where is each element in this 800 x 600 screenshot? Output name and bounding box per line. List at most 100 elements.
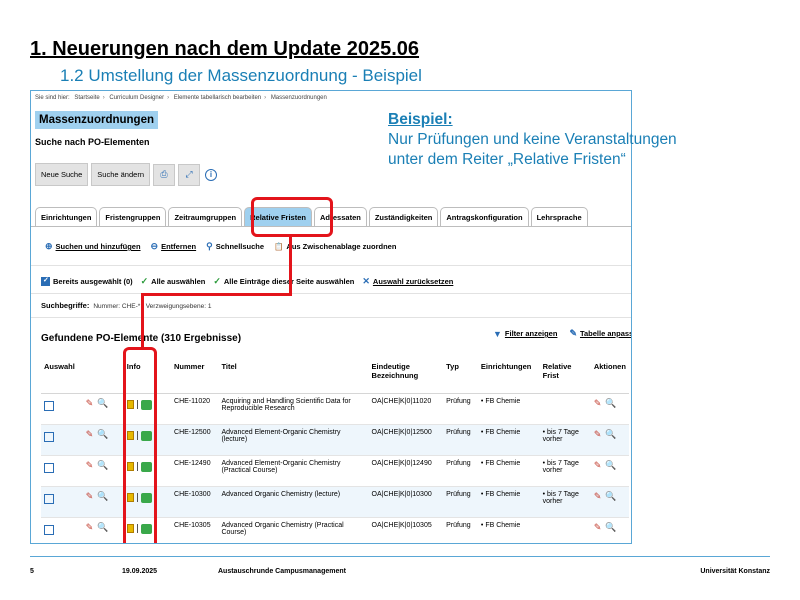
- quick-search-button[interactable]: ⚲ Schnellsuche: [206, 241, 264, 252]
- edit-icon[interactable]: ✎: [86, 460, 94, 470]
- divider: [31, 265, 631, 266]
- breadcrumb-item[interactable]: Elemente tabellarisch bearbeiten: [174, 95, 261, 101]
- row-type: Prüfung: [443, 517, 478, 543]
- row-checkbox[interactable]: [44, 462, 54, 473]
- col-header-unique[interactable]: Eindeutige Bezeichnung: [368, 359, 444, 394]
- search-terms: Suchbegriffe: Nummer: CHE-* ; Verzweigung…: [41, 301, 212, 310]
- new-search-button[interactable]: Neue Suche: [35, 163, 89, 186]
- search-add-button[interactable]: ⊕ Suchen und hinzufügen: [45, 241, 141, 252]
- edit-icon[interactable]: ✎: [594, 522, 602, 532]
- edit-icon[interactable]: ✎: [594, 429, 602, 439]
- col-header-select[interactable]: Auswahl: [41, 359, 83, 394]
- edit-icon[interactable]: ✎: [86, 429, 94, 439]
- quick-search-icon: ⚲: [206, 241, 213, 251]
- toolbar: Neue Suche Suche ändern ⎙ ⤢ i: [35, 163, 217, 186]
- row-checkbox[interactable]: [44, 493, 54, 504]
- edit-icon[interactable]: ✎: [594, 460, 602, 470]
- edit-icon[interactable]: ✎: [594, 491, 602, 501]
- highlight-connector: [289, 237, 292, 295]
- col-header-institutions[interactable]: Einrichtungen: [477, 359, 540, 394]
- example-line: Nur Prüfungen und keine Veranstaltungen: [388, 131, 677, 148]
- highlight-tab: [251, 197, 333, 237]
- edit-icon[interactable]: ✎: [594, 398, 602, 408]
- row-select-cell: [41, 393, 83, 425]
- clipboard-icon: 📋: [274, 242, 284, 251]
- row-actions: ✎ 🔍: [590, 424, 629, 456]
- view-icon[interactable]: 🔍: [97, 398, 108, 408]
- edit-icon[interactable]: ✎: [86, 522, 94, 532]
- view-icon[interactable]: 🔍: [605, 429, 616, 439]
- info-icon[interactable]: i: [204, 168, 217, 181]
- row-select-cell: [41, 455, 83, 487]
- row-actions: ✎ 🔍: [590, 486, 629, 518]
- pencil-icon: ✎: [569, 328, 577, 338]
- row-number: CHE-12490: [171, 455, 219, 487]
- results-tools: ▼Filter anzeigen ✎Tabelle anpassen: [493, 328, 631, 339]
- clipboard-assign-button[interactable]: 📋 Aus Zwischenablage zuordnen: [274, 242, 396, 251]
- edit-icon[interactable]: ✎: [86, 491, 94, 501]
- footer-date: 19.09.2025: [122, 568, 158, 575]
- highlight-connector: [141, 293, 292, 296]
- fullscreen-icon[interactable]: ⤢: [177, 163, 200, 186]
- breadcrumb-item[interactable]: Curriculum Designer: [109, 95, 164, 101]
- selection-bar: Bereits ausgewählt (0) ✓Alle auswählen ✓…: [41, 276, 453, 287]
- row-checkbox[interactable]: [44, 431, 54, 442]
- footer-event: Austauschrunde Campusmanagement: [218, 568, 346, 575]
- print-icon[interactable]: ⎙: [152, 163, 175, 186]
- tab-fristengruppen[interactable]: Fristengruppen: [99, 207, 167, 227]
- select-all-button[interactable]: ✓ Alle auswählen: [141, 276, 206, 287]
- row-institutions: FB Chemie: [477, 393, 540, 425]
- example-note: Beispiel: Nur Prüfungen und keine Verans…: [388, 110, 677, 170]
- row-title: Advanced Organic Chemistry (Practical Co…: [218, 517, 369, 543]
- col-header-relative[interactable]: Relative Frist: [539, 359, 591, 394]
- row-checkbox[interactable]: [44, 524, 54, 535]
- view-icon[interactable]: 🔍: [97, 491, 108, 501]
- view-icon[interactable]: 🔍: [97, 460, 108, 470]
- row-type: Prüfung: [443, 486, 478, 518]
- col-header-number[interactable]: Nummer: [171, 359, 219, 394]
- row-actions: ✎ 🔍: [590, 455, 629, 487]
- remove-button[interactable]: ⊖ Entfernen: [151, 241, 197, 252]
- slide-subtitle: 1.2 Umstellung der Massenzuordnung - Bei…: [60, 66, 422, 85]
- already-selected-checkbox[interactable]: Bereits ausgewählt (0): [41, 276, 133, 286]
- col-header-type[interactable]: Typ: [443, 359, 478, 394]
- slide-title: 1. Neuerungen nach dem Update 2025.06: [30, 38, 420, 60]
- tab-zeitraumgruppen[interactable]: Zeitraumgruppen: [168, 207, 243, 227]
- row-type: Prüfung: [443, 393, 478, 425]
- breadcrumb-item[interactable]: Startseite: [74, 95, 99, 101]
- row-title: Acquiring and Handling Scientific Data f…: [218, 393, 369, 425]
- row-edit-cell: ✎ 🔍: [82, 455, 124, 487]
- row-institutions: FB Chemie: [477, 424, 540, 456]
- divider: [31, 317, 631, 318]
- tab-antragskonfiguration[interactable]: Antragskonfiguration: [440, 207, 529, 227]
- view-icon[interactable]: 🔍: [97, 429, 108, 439]
- row-checkbox[interactable]: [44, 400, 54, 411]
- x-icon: ✕: [362, 276, 370, 286]
- change-search-button[interactable]: Suche ändern: [91, 163, 150, 186]
- highlight-info-column: [123, 347, 157, 543]
- tab-zustaendigkeiten[interactable]: Zuständigkeiten: [368, 207, 439, 227]
- tab-einrichtungen[interactable]: Einrichtungen: [35, 207, 98, 227]
- row-relative: bis 7 Tage vorher: [539, 424, 591, 456]
- view-icon[interactable]: 🔍: [605, 398, 616, 408]
- action-bar: ⊕ Suchen und hinzufügen ⊖ Entfernen ⚲ Schne…: [45, 241, 396, 252]
- row-number: CHE-11020: [171, 393, 219, 425]
- row-unique: OA|CHE|K|0|12490: [368, 455, 444, 487]
- reset-selection-button[interactable]: ✕ Auswahl zurücksetzen: [362, 276, 453, 287]
- view-icon[interactable]: 🔍: [605, 491, 616, 501]
- tab-lehrsprache[interactable]: Lehrsprache: [530, 207, 588, 227]
- select-page-button[interactable]: ✓ Alle Einträge dieser Seite auswählen: [213, 276, 354, 287]
- view-icon[interactable]: 🔍: [605, 460, 616, 470]
- row-title: Advanced Element-Organic Chemistry (lect…: [218, 424, 369, 456]
- row-relative: bis 7 Tage vorher: [539, 486, 591, 518]
- show-filter-button[interactable]: ▼ Filter anzeigen: [493, 328, 557, 339]
- row-institutions: FB Chemie: [477, 517, 540, 543]
- minus-circle-icon: ⊖: [150, 241, 159, 251]
- view-icon[interactable]: 🔍: [97, 522, 108, 532]
- adjust-table-button[interactable]: ✎Tabelle anpassen: [569, 328, 631, 339]
- col-header-title[interactable]: Titel: [218, 359, 369, 394]
- row-relative: bis 7 Tage vorher: [539, 455, 591, 487]
- plus-circle-icon: ⊕: [45, 241, 53, 251]
- edit-icon[interactable]: ✎: [86, 398, 94, 408]
- view-icon[interactable]: 🔍: [605, 522, 616, 532]
